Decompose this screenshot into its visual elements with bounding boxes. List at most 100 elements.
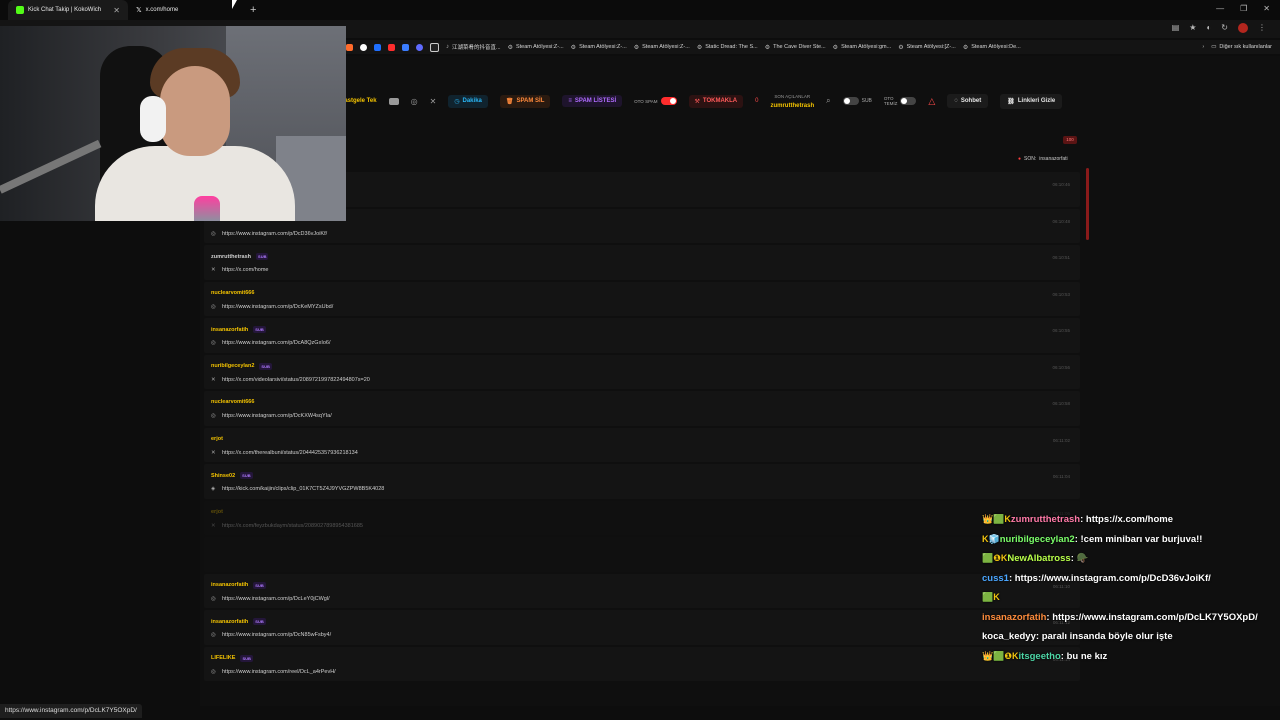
feed-link[interactable]: ✕ https://x.com/feyzbukdaym/status/208902…	[211, 523, 363, 529]
feed-row: insanazorfatih SUB ◎ https://www.instagram.…	[204, 610, 1080, 645]
bookmark-circle-icon[interactable]	[360, 43, 367, 51]
feed-username[interactable]: nuclearvomit666	[211, 290, 254, 296]
bookmark-red-icon[interactable]	[388, 43, 395, 51]
feed-timestamp: 06:10:48	[1052, 218, 1070, 224]
bookmarks-overflow-chevron-icon[interactable]: ›	[1202, 44, 1204, 50]
youtube-icon[interactable]	[388, 97, 399, 105]
tab-x-home[interactable]: 𝕏 x.com/home	[128, 0, 240, 20]
feed-link[interactable]: ◎ https://www.instagram.com/p/DcN85wFsby4…	[211, 632, 331, 638]
bookmark-discord-icon[interactable]	[416, 43, 423, 51]
auto-clear-label: OTO TEMİZ	[883, 96, 898, 106]
close-tab-icon[interactable]: ✕	[113, 6, 120, 15]
feed-link[interactable]: ◎ https://www.instagram.com/p/DcD36vJoiKf…	[211, 231, 327, 237]
chat-bubble-icon: ◌	[954, 98, 958, 104]
feed-username[interactable]: nuclearvomit666	[211, 399, 254, 405]
x-icon[interactable]: ✕	[430, 97, 437, 106]
chat-username: NewAlbatross	[1007, 553, 1071, 564]
chat-text: !cem minibarı var burjuva!!	[1080, 533, 1203, 545]
feed-username[interactable]: insanazorfatih SUB	[211, 618, 266, 625]
sub-filter-toggle[interactable]	[842, 97, 859, 105]
feed-timestamp: 06:11:04	[1052, 474, 1070, 479]
spam-list-button[interactable]: ≡ SPAM LİSTESİ	[562, 95, 623, 107]
search-icon[interactable]: ⌕	[826, 96, 830, 106]
tab-title: x.com/home	[145, 7, 179, 13]
warning-triangle-icon[interactable]: △	[928, 96, 935, 107]
feed-link[interactable]: ◎ https://www.instagram.com/p/DcKXW4sqYIa…	[211, 413, 332, 419]
bookmark-item[interactable]: ⚙ The Cave Diver Ste...	[765, 44, 826, 51]
trash-icon: 🗑	[505, 98, 514, 105]
x-icon: ✕	[211, 522, 216, 529]
other-bookmarks-folder[interactable]: ▭ Diğer sık kullanılanlar	[1211, 44, 1280, 50]
bookmark-item[interactable]: ⚙ Steam Atölyesi:De...	[963, 44, 1021, 51]
minimize-icon[interactable]: —	[1216, 4, 1224, 13]
feed-link[interactable]: ◈ https://kick.com/kaijin/clips/clip_01K7…	[211, 486, 384, 492]
feed-link[interactable]: ✕ https://x.com/videolarsivi/status/20897…	[211, 377, 370, 383]
bookmark-item[interactable]: ⚙ Steam Atölyesi:gm...	[833, 44, 892, 51]
feed-link[interactable]: ✕ https://x.com/therealbuni/status/204442…	[211, 450, 358, 456]
instagram-icon[interactable]: ◎	[411, 97, 418, 106]
x-icon: ✕	[211, 449, 216, 456]
feed-username[interactable]: nuribilgeceylan2 SUB	[211, 362, 272, 370]
chat-badges-icon: 🟩K	[982, 592, 1000, 602]
feed-scrollbar[interactable]	[1086, 168, 1089, 240]
sub-badge: SUB	[240, 654, 253, 662]
spam-delete-button[interactable]: 🗑 SPAM SİL	[499, 94, 551, 108]
chat-message: koca_kedyy: paralı insanda böyle olur iş…	[982, 631, 1173, 642]
sub-badge: SUB	[256, 253, 269, 260]
chat-button[interactable]: ◌ Sohbet	[947, 94, 989, 108]
feed-row: erjot ✕ https://x.com/feyzbukdaym/status/2…	[204, 500, 1080, 535]
feed-username[interactable]: insanazorfatih SUB	[211, 581, 266, 589]
close-window-icon[interactable]: ✕	[1263, 4, 1270, 13]
feed-link[interactable]: ◎ https://www.instagram.com/p/DcKeMYZsUbd…	[211, 304, 333, 310]
feed-username[interactable]: Shinse02 SUB	[211, 472, 253, 479]
reading-list-icon[interactable]: ▤	[1172, 23, 1180, 33]
maximize-icon[interactable]: ❐	[1240, 4, 1247, 13]
feed-username[interactable]: erjot	[211, 509, 223, 515]
chat-message: cuss1: https://www.instagram.com/p/DcD36…	[982, 572, 1211, 584]
star-bookmark-icon[interactable]: ★	[1189, 23, 1196, 33]
last-opened-user: zumrutthetrash	[770, 102, 815, 109]
feed-link[interactable]: ◎ https://www.instagram.com/p/DcA8QzGxIo6…	[211, 340, 331, 346]
bookmark-orange-icon[interactable]	[346, 43, 353, 51]
feed-username[interactable]: insanazorfatih SUB	[211, 326, 266, 333]
feed-username[interactable]: erjot	[211, 436, 223, 442]
bookmark-item[interactable]: ⚙ Steam Atölyesi:Z-...	[571, 44, 627, 51]
auto-clear-toggle[interactable]	[900, 97, 917, 105]
refresh-icon[interactable]: ↻	[1221, 23, 1228, 33]
x-icon: ✕	[211, 376, 216, 383]
bookmark-item[interactable]: ♪ 江湖菜肴的抖音直...	[446, 43, 501, 51]
bookmark-blue-icon[interactable]	[374, 43, 381, 51]
bookmark-blue2-icon[interactable]	[402, 43, 409, 51]
bookmark-item[interactable]: ⚙ Steam Atölyesi:[Z-...	[898, 44, 956, 51]
x-favicon-icon: 𝕏	[136, 7, 142, 14]
kick-favicon-icon	[16, 6, 24, 14]
new-tab-plus-icon[interactable]: +	[250, 4, 256, 16]
mouse-cursor	[232, 0, 237, 9]
feed-username[interactable]: zumrutthetrash SUB	[211, 253, 269, 260]
auto-spam-toggle[interactable]	[660, 97, 677, 105]
feed-link[interactable]: ◎ https://www.instagram.com/p/DcLeY0jCWgl…	[211, 596, 330, 602]
timer-button[interactable]: ◷ Dakika	[448, 94, 488, 108]
tab-kick-chat-takip[interactable]: Kick Chat Takip | KokoWich ✕	[8, 0, 128, 20]
instagram-icon: ◎	[211, 303, 216, 310]
hide-links-button[interactable]: ⛓ Linkleri Gizle	[1000, 93, 1063, 109]
chat-text: 🪖	[1076, 553, 1089, 564]
feed-link[interactable]: ✕ https://x.com/home	[211, 267, 268, 273]
profile-avatar[interactable]	[1238, 23, 1248, 33]
tokmakla-button[interactable]: ⚒ TOKMAKLA	[688, 94, 744, 108]
instagram-icon: ◎	[211, 340, 216, 346]
bookmark-tiktok-icon[interactable]	[430, 42, 439, 52]
link-feed: 06:10:46 cuss1 ◎https://www.instagram.com/…	[204, 172, 1080, 683]
bookmark-item[interactable]: ⚙ Steam Atölyesi:Z-...	[508, 44, 564, 51]
feed-username[interactable]: LIFELIKE SUB	[211, 654, 253, 662]
instagram-icon: ◎	[211, 668, 216, 675]
steam-icon: ⚙	[898, 44, 904, 51]
extension-icon[interactable]: ◐	[1206, 23, 1211, 33]
address-bar-actions: ▤ ★ ◐ ↻ ⋮	[1172, 23, 1266, 33]
bookmark-item[interactable]: ⚙ Steam Atölyesi:Z-...	[634, 44, 690, 51]
menu-kebab-icon[interactable]: ⋮	[1258, 23, 1266, 33]
instagram-icon: ◎	[211, 230, 216, 237]
last-opened-indicator: SON AÇILANLAR zumrutthetrash	[770, 93, 814, 110]
bookmark-item[interactable]: ⚙ Static Dread: The S...	[697, 44, 758, 51]
feed-link[interactable]: ◎ https://www.instagram.com/reel/DcL_a4rP…	[211, 669, 336, 675]
